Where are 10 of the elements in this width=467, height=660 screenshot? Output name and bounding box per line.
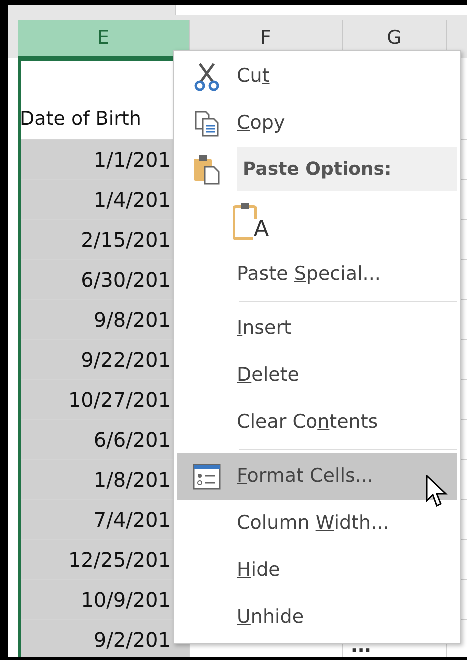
table-cell: 9/2/201 xyxy=(18,620,190,657)
menu-item[interactable]: Format Cells... xyxy=(177,453,457,500)
menu-section-header: Paste Options: xyxy=(237,147,457,191)
copy-icon xyxy=(193,110,221,138)
mouse-pointer-icon xyxy=(426,475,448,509)
column-header[interactable]: E xyxy=(18,20,190,58)
format-cells-icon xyxy=(193,464,221,490)
scissors-icon xyxy=(193,62,221,92)
cell-text: ... xyxy=(350,640,373,654)
paste-icon xyxy=(192,153,222,185)
